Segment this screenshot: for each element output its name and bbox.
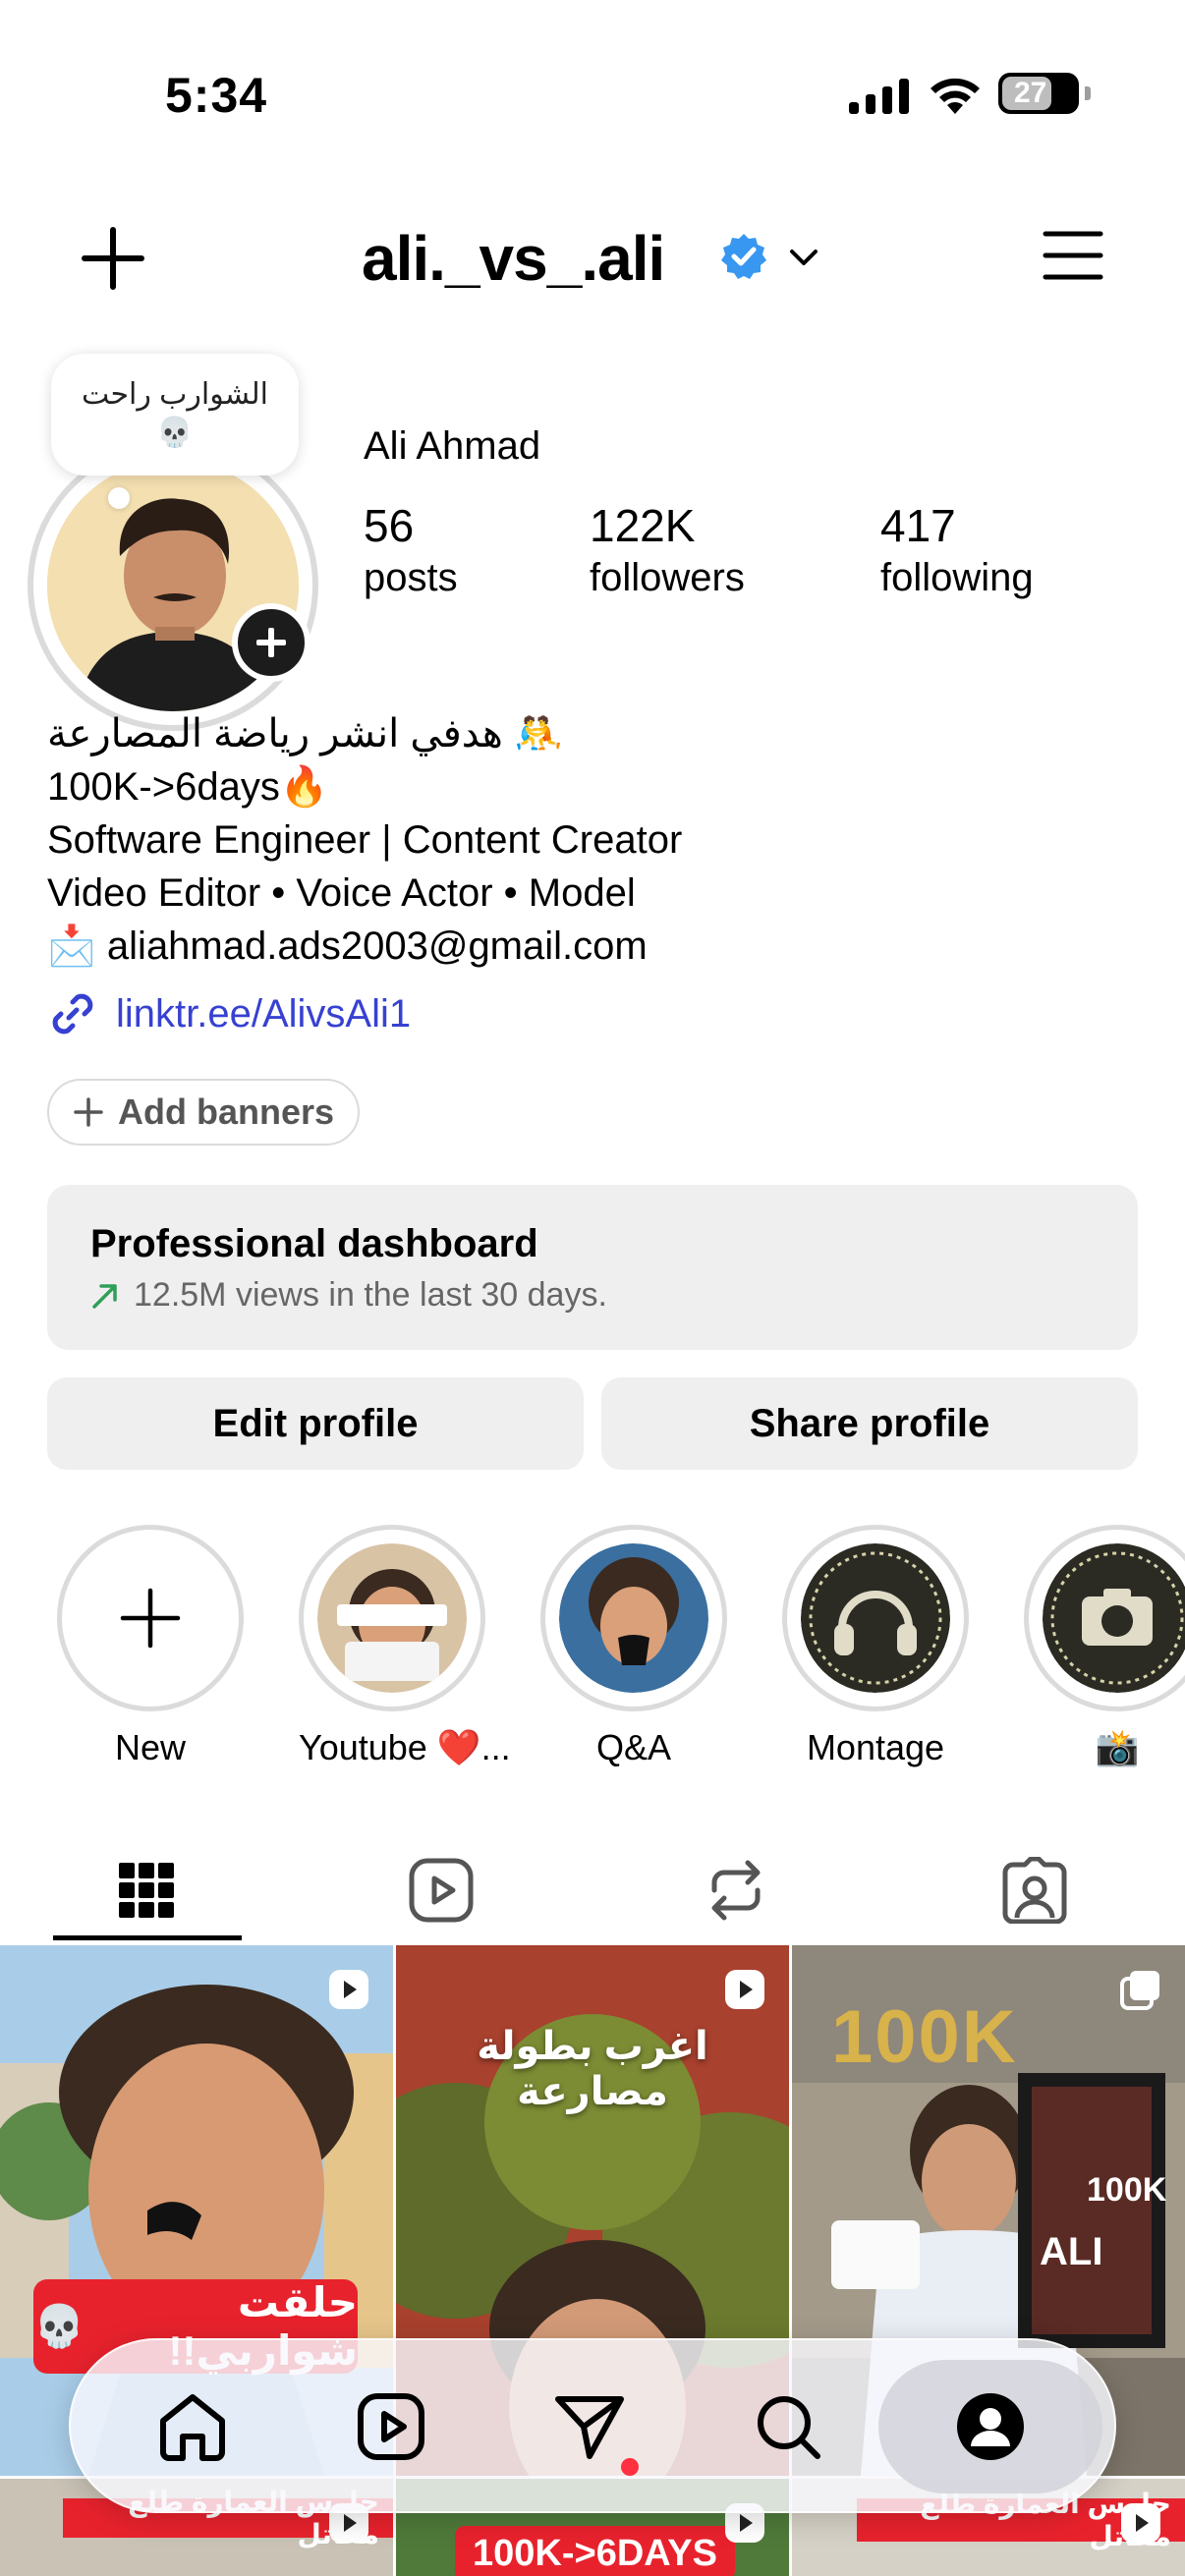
stat-following[interactable]: 417 following: [880, 499, 1034, 600]
note-text: الشوارب راحت: [82, 378, 268, 411]
plus-icon: [74, 1097, 103, 1127]
cellular-signal-icon: [849, 79, 909, 114]
followers-label: followers: [590, 556, 745, 599]
posts-count: 56: [364, 500, 415, 551]
reels-icon: [358, 2393, 424, 2460]
bio-email: 📩 aliahmad.ads2003@gmail.com: [47, 924, 648, 968]
highlight-youtube[interactable]: Youtube ❤️...: [299, 1525, 511, 1768]
stat-followers[interactable]: 122K followers: [590, 499, 745, 600]
nav-messages[interactable]: [531, 2368, 649, 2486]
highlight-cover-montage: [801, 1543, 950, 1693]
dashboard-subtitle: 12.5M views in the last 30 days.: [134, 1276, 607, 1314]
profile-link-text: linktr.ee/AlivsAli1: [116, 991, 412, 1036]
profile-icon: [957, 2393, 1024, 2460]
wifi-icon: [931, 78, 980, 114]
posts-label: posts: [364, 556, 458, 599]
add-story-button[interactable]: [232, 603, 310, 682]
share-profile-button[interactable]: Share profile: [601, 1377, 1138, 1470]
status-time: 5:34: [165, 68, 268, 123]
highlight-cover-camera: [1043, 1543, 1185, 1693]
professional-dashboard-card[interactable]: Professional dashboard 12.5M views in th…: [47, 1185, 1138, 1350]
highlight-label: Montage: [806, 1727, 945, 1767]
poster-name-text: ALI: [1040, 2230, 1103, 2273]
grid-icon: [119, 1863, 174, 1918]
nav-reels[interactable]: [332, 2368, 450, 2486]
carousel-badge-icon: [1120, 1971, 1159, 2010]
search-icon: [758, 2396, 820, 2459]
tagged-person-icon: [1002, 1857, 1067, 1924]
notification-dot: [621, 2458, 639, 2476]
highlight-label: Q&A: [595, 1727, 672, 1767]
post-caption: 100K->6DAYS: [455, 2526, 735, 2576]
repost-icon: [711, 1860, 761, 1921]
highlight-cover-youtube: [317, 1543, 467, 1693]
profile-bio: 🤼 هدفي انشر رياضة المصارعة 100K->6days🔥 …: [47, 707, 1128, 973]
battery-level: 27: [1014, 77, 1047, 109]
create-plus-icon[interactable]: [79, 224, 147, 293]
note-bubble-tail: [108, 487, 130, 509]
tab-tagged[interactable]: [941, 1841, 1128, 1939]
tab-reposts[interactable]: [643, 1841, 829, 1939]
bio-line: 100K->6days🔥: [47, 765, 329, 809]
bio-line: Video Editor • Voice Actor • Model: [47, 871, 636, 915]
profile-display-name: Ali Ahmad: [364, 424, 541, 468]
nav-search[interactable]: [729, 2368, 847, 2486]
highlight-cover-qa: [559, 1543, 708, 1693]
highlight-montage[interactable]: Montage: [782, 1525, 969, 1768]
edit-profile-button[interactable]: Edit profile: [47, 1377, 584, 1470]
highlight-camera[interactable]: 📸: [1024, 1525, 1185, 1768]
add-banners-button[interactable]: Add banners: [47, 1079, 361, 1146]
profile-note-bubble[interactable]: الشوارب راحت 💀: [51, 354, 299, 476]
reel-badge-icon: [725, 1970, 764, 2009]
dashboard-title: Professional dashboard: [90, 1222, 538, 1265]
nav-profile[interactable]: [931, 2368, 1049, 2486]
direct-message-icon: [555, 2396, 624, 2459]
plus-icon: [120, 1588, 181, 1649]
highlight-label: 📸: [1095, 1727, 1140, 1767]
highlight-label: New: [114, 1727, 187, 1767]
home-icon: [160, 2394, 225, 2461]
add-banners-label: Add banners: [118, 1092, 335, 1132]
highlight-qa[interactable]: Q&A: [540, 1525, 727, 1768]
verified-badge-icon: [721, 234, 766, 279]
tab-reels[interactable]: [348, 1841, 535, 1939]
highlight-label: Youtube ❤️...: [299, 1727, 511, 1767]
profile-link[interactable]: linktr.ee/AlivsAli1: [47, 988, 411, 1039]
nav-home[interactable]: [134, 2368, 252, 2486]
reel-badge-icon: [1121, 2503, 1160, 2543]
active-tab-indicator: [53, 1935, 242, 1940]
profile-username[interactable]: ali._vs_.ali: [362, 222, 665, 295]
post-sign-text: 100K: [831, 1995, 1018, 2079]
stat-posts[interactable]: 56 posts: [364, 499, 458, 600]
highlight-new[interactable]: New: [57, 1525, 244, 1768]
post-caption: اغرب بطولة مصارعة: [477, 2025, 708, 2113]
followers-count: 122K: [590, 500, 696, 551]
link-icon: [52, 993, 93, 1035]
following-label: following: [880, 556, 1034, 599]
reels-icon: [409, 1858, 474, 1923]
hamburger-menu-icon[interactable]: [1042, 228, 1104, 283]
poster-big-text: 100K: [1087, 2171, 1167, 2209]
note-emoji: 💀: [156, 417, 194, 449]
bio-line: 🤼 هدفي انشر رياضة المصارعة: [47, 712, 563, 756]
battery-icon: 27: [998, 73, 1091, 114]
bio-line: Software Engineer | Content Creator: [47, 818, 683, 862]
tab-posts-grid[interactable]: [53, 1841, 240, 1939]
account-switcher-chevron-icon[interactable]: [786, 240, 821, 275]
reel-badge-icon: [329, 1970, 368, 2009]
trend-up-arrow-icon: [92, 1283, 117, 1309]
following-count: 417: [880, 500, 956, 551]
